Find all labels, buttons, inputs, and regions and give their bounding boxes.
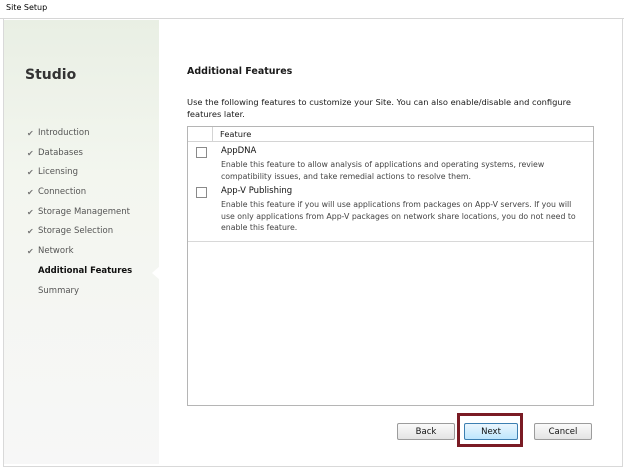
step-label: Summary xyxy=(38,285,80,296)
step-network: ✔ Network xyxy=(27,245,132,265)
appdna-checkbox[interactable] xyxy=(196,147,207,158)
features-table: Feature AppDNA Enable this feature to al… xyxy=(187,126,594,406)
step-label: Connection xyxy=(38,187,87,198)
step-additional-features: Additional Features xyxy=(27,265,132,285)
wizard-steps: ✔ Introduction ✔ Databases ✔ Licensing ✔… xyxy=(27,127,132,304)
step-licensing: ✔ Licensing xyxy=(27,166,132,186)
checkmark-icon: ✔ xyxy=(27,148,34,158)
step-storage-selection: ✔ Storage Selection xyxy=(27,225,132,245)
feature-name: AppDNA xyxy=(221,146,257,156)
window-title: Site Setup xyxy=(6,3,48,12)
studio-brand: Studio xyxy=(25,67,77,83)
checkmark-icon: ✔ xyxy=(27,247,34,257)
step-label: Databases xyxy=(38,147,83,158)
checkmark-icon: ✔ xyxy=(27,227,34,237)
checkmark-icon: ✔ xyxy=(27,188,34,198)
feature-description: Enable this feature if you will use appl… xyxy=(221,200,576,232)
step-label: Storage Management xyxy=(38,206,130,217)
feature-description: Enable this feature to allow analysis of… xyxy=(221,160,545,181)
step-storage-management: ✔ Storage Management xyxy=(27,206,132,226)
step-label: Introduction xyxy=(38,128,90,138)
table-header: Feature xyxy=(188,127,593,142)
feature-row-appv-publishing: App-V Publishing Enable this feature if … xyxy=(188,185,593,245)
column-divider xyxy=(212,127,213,141)
step-label-current: Additional Features xyxy=(38,265,133,276)
checkmark-icon: ✔ xyxy=(27,168,34,178)
step-label: Licensing xyxy=(38,167,78,178)
title-bar: Site Setup xyxy=(0,0,624,19)
step-introduction: ✔ Introduction xyxy=(27,127,132,147)
checkmark-icon: ✔ xyxy=(27,129,34,138)
current-step-pointer xyxy=(152,266,160,280)
step-label: Network xyxy=(38,246,74,257)
column-header-feature: Feature xyxy=(220,129,252,139)
next-button[interactable]: Next xyxy=(464,423,518,440)
step-label: Storage Selection xyxy=(38,226,114,237)
site-setup-window: Site Setup Studio ✔ Introduction ✔ Datab… xyxy=(0,0,624,470)
page-title: Additional Features xyxy=(187,66,293,77)
feature-name: App-V Publishing xyxy=(221,186,293,196)
step-databases: ✔ Databases xyxy=(27,147,132,167)
back-button[interactable]: Back xyxy=(397,423,455,440)
cancel-button[interactable]: Cancel xyxy=(534,423,592,440)
checkmark-icon: ✔ xyxy=(27,207,34,217)
step-summary: Summary xyxy=(27,285,132,305)
step-connection: ✔ Connection xyxy=(27,186,132,206)
intro-text: Use the following features to customize … xyxy=(187,97,572,119)
row-divider xyxy=(188,241,593,242)
appv-publishing-checkbox[interactable] xyxy=(196,187,207,198)
